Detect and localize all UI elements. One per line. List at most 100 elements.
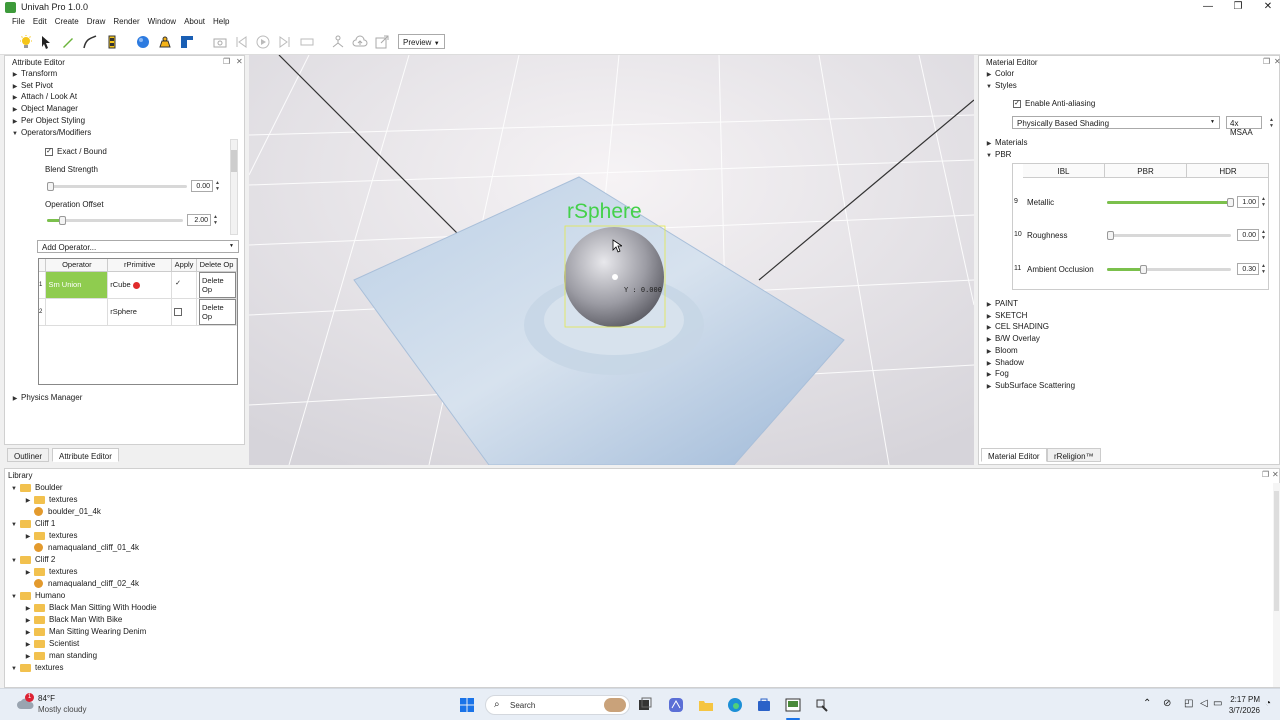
chevron-right-icon[interactable]: ▶ — [22, 641, 34, 648]
section-sketch[interactable]: ▶ SKETCH — [983, 311, 1075, 323]
file-explorer-icon[interactable] — [698, 697, 714, 713]
chevron-right-icon[interactable]: ▶ — [22, 533, 34, 540]
roughness-value[interactable]: 0.00 — [1237, 229, 1259, 241]
tab-material-editor[interactable]: Material Editor — [981, 448, 1047, 462]
tab-outliner[interactable]: Outliner — [7, 448, 50, 462]
maximize-button[interactable]: ❐ — [1226, 0, 1250, 15]
section-cel-shading[interactable]: ▶ CEL SHADING — [983, 322, 1075, 334]
pencil-icon[interactable] — [60, 34, 76, 50]
library-folder[interactable]: ▼ Boulder — [8, 483, 63, 495]
section-attach-look-at[interactable]: ▶ Attach / Look At — [9, 92, 91, 104]
univah-app-icon[interactable] — [785, 697, 801, 713]
notifications-icon[interactable]: ◔ — [1265, 698, 1271, 709]
cloud-upload-icon[interactable] — [352, 34, 368, 50]
ambient-occlusion-slider[interactable] — [1107, 265, 1231, 274]
tab-pbr[interactable]: PBR — [1105, 164, 1187, 178]
ambient-occlusion-value[interactable]: 0.30 — [1237, 263, 1259, 275]
metallic-value[interactable]: 1.00 — [1237, 196, 1259, 208]
minimize-button[interactable]: — — [1196, 0, 1220, 15]
skip-back-icon[interactable] — [233, 34, 249, 50]
tab-ibl[interactable]: IBL — [1023, 164, 1105, 178]
chevron-down-icon[interactable]: ▼ — [8, 522, 20, 528]
menu-about[interactable]: About — [180, 15, 209, 26]
loop-icon[interactable] — [299, 34, 315, 50]
scrollbar-thumb[interactable] — [1274, 491, 1279, 611]
library-folder[interactable]: ▶ textures — [22, 531, 78, 543]
roughness-slider[interactable] — [1107, 231, 1231, 240]
apply-cell[interactable] — [171, 298, 198, 326]
start-icon[interactable] — [459, 697, 475, 713]
section-shadow[interactable]: ▶ Shadow — [983, 358, 1075, 370]
section-per-object-styling[interactable]: ▶ Per Object Styling — [9, 116, 91, 128]
skip-forward-icon[interactable] — [277, 34, 293, 50]
float-icon[interactable]: ❐ — [1263, 57, 1270, 66]
section-transform[interactable]: ▶ Transform — [9, 69, 91, 81]
operation-offset-slider[interactable] — [47, 216, 183, 225]
exact-bound-checkbox[interactable]: ✓ Exact / Bound — [45, 147, 107, 156]
section-set-pivot[interactable]: ▶ Set Pivot — [9, 81, 91, 93]
operation-offset-value[interactable]: 2.00 — [187, 214, 211, 226]
spin-arrows-icon[interactable]: ▲ ▼ — [1268, 117, 1275, 129]
library-asset[interactable]: namaqualand_cliff_02_4k — [22, 579, 139, 591]
chevron-right-icon[interactable]: ▶ — [22, 569, 34, 576]
chevron-down-icon[interactable]: ▼ — [8, 558, 20, 564]
camera-icon[interactable] — [212, 34, 228, 50]
select-arrow-icon[interactable] — [38, 34, 54, 50]
battery-icon[interactable] — [104, 34, 120, 50]
menu-create[interactable]: Create — [51, 15, 83, 26]
msaa-spinbox[interactable]: 4x MSAA — [1226, 116, 1262, 137]
metallic-slider[interactable] — [1107, 198, 1234, 207]
close-icon[interactable]: ✕ — [1272, 470, 1279, 479]
network-icon[interactable] — [330, 34, 346, 50]
weight-icon[interactable] — [157, 34, 173, 50]
play-icon[interactable] — [255, 34, 271, 50]
spin-arrows-icon[interactable]: ▲ ▼ — [1260, 229, 1267, 241]
section-physics-manager[interactable]: ▶ Physics Manager — [9, 393, 83, 402]
menu-file[interactable]: File — [0, 15, 29, 26]
operators-scrollbar[interactable] — [230, 139, 238, 235]
slider-knob[interactable] — [47, 182, 54, 191]
curve-icon[interactable] — [82, 34, 98, 50]
library-folder[interactable]: ▼ Cliff 2 — [8, 555, 55, 567]
primitive-cell[interactable]: rSphere — [107, 298, 173, 326]
section-object-manager[interactable]: ▶ Object Manager — [9, 104, 91, 116]
settings-app-icon[interactable] — [814, 697, 830, 713]
close-icon[interactable]: ✕ — [236, 57, 243, 66]
slider-knob[interactable] — [59, 216, 67, 225]
menu-draw[interactable]: Draw — [83, 15, 110, 26]
section-pbr[interactable]: ▼ PBR — [983, 150, 1027, 162]
delete-op-button[interactable]: Delete Op — [199, 298, 236, 325]
operator-cell[interactable] — [45, 298, 109, 326]
chevron-down-icon[interactable]: ▼ — [8, 486, 20, 492]
slider-knob[interactable] — [1227, 198, 1234, 207]
library-asset[interactable]: boulder_01_4k — [22, 507, 101, 519]
section-materials[interactable]: ▶ Materials — [983, 138, 1028, 150]
close-icon[interactable]: ✕ — [1274, 57, 1280, 66]
close-button[interactable]: ✕ — [1256, 0, 1280, 15]
chevron-down-icon[interactable]: ▼ — [8, 594, 20, 600]
float-icon[interactable]: ❐ — [1262, 470, 1269, 479]
library-folder[interactable]: ▼ Cliff 1 — [8, 519, 55, 531]
chevron-right-icon[interactable]: ▶ — [22, 617, 34, 624]
enable-aa-checkbox[interactable]: ✓ Enable Anti-aliasing — [1013, 99, 1095, 108]
chevron-right-icon[interactable]: ▶ — [22, 629, 34, 636]
chevron-down-icon[interactable]: ▼ — [8, 666, 20, 672]
sphere-icon[interactable] — [135, 34, 151, 50]
section-bloom[interactable]: ▶ Bloom — [983, 346, 1075, 358]
light-bulb-icon[interactable] — [18, 34, 34, 50]
edge-icon[interactable] — [727, 697, 743, 713]
float-icon[interactable]: ❐ — [223, 57, 230, 66]
operator-cell[interactable]: Sm Union — [45, 271, 109, 299]
network-off-icon[interactable]: ⊘ — [1163, 698, 1171, 709]
section-subsurface-scattering[interactable]: ▶ SubSurface Scattering — [983, 381, 1075, 393]
menu-help[interactable]: Help — [209, 15, 233, 26]
check-icon[interactable]: ✓ — [174, 280, 183, 289]
clock-date[interactable]: 3/7/2026 — [1222, 706, 1260, 715]
section-color[interactable]: ▶ Color — [983, 69, 1017, 81]
section-operators-modifiers[interactable]: ▼ Operators/Modifiers — [9, 128, 91, 140]
spin-arrows-icon[interactable]: ▲ ▼ — [212, 214, 219, 226]
library-folder[interactable]: ▶ Man Sitting Wearing Denim — [22, 627, 147, 639]
apply-checkbox[interactable] — [174, 308, 183, 316]
library-folder[interactable]: ▶ textures — [22, 495, 78, 507]
blend-strength-value[interactable]: 0.00 — [191, 180, 213, 192]
